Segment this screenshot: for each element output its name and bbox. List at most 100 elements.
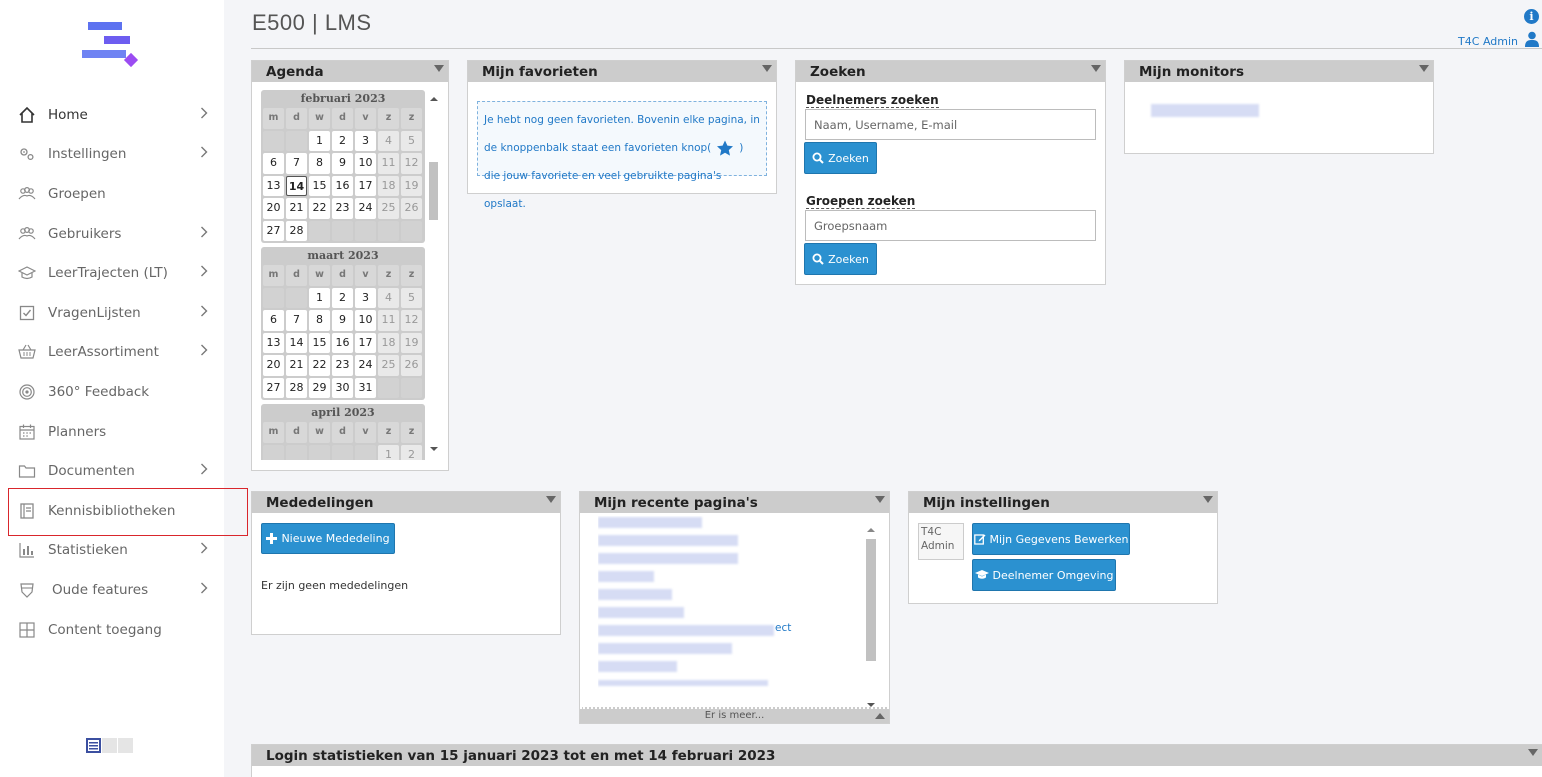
calendar-day[interactable]: 19 <box>401 175 422 196</box>
calendar-day[interactable]: 20 <box>263 198 284 219</box>
calendar-day[interactable]: 4 <box>378 130 399 151</box>
calendar-day[interactable]: 11 <box>378 310 399 331</box>
collapse-icon[interactable] <box>762 65 772 72</box>
sidebar-item-leerassortiment[interactable]: LeerAssortiment <box>0 333 224 373</box>
calendar-day[interactable]: 3 <box>355 130 376 151</box>
calendar-day[interactable]: 17 <box>355 332 376 353</box>
calendar-day[interactable]: 1 <box>309 130 330 151</box>
calendar-day[interactable]: 24 <box>355 355 376 376</box>
collapse-up-icon[interactable] <box>875 712 885 720</box>
calendar-day[interactable]: 17 <box>355 175 376 196</box>
sidebar-item-groepen[interactable]: Groepen <box>0 174 224 214</box>
calendar-day[interactable]: 3 <box>355 287 376 308</box>
calendar-day[interactable]: 25 <box>378 355 399 376</box>
participant-env-button[interactable]: Deelnemer Omgeving <box>972 559 1116 591</box>
calendar-day[interactable]: 5 <box>401 130 422 151</box>
sidebar-item-360-feedback[interactable]: 360° Feedback <box>0 372 224 412</box>
recent-link[interactable] <box>598 661 677 672</box>
layout-info-icon[interactable] <box>118 738 133 753</box>
calendar-day[interactable]: 25 <box>378 198 399 219</box>
new-mededeling-button[interactable]: Nieuwe Mededeling <box>261 523 395 554</box>
calendar-day[interactable]: 7 <box>286 310 307 331</box>
calendar-day[interactable]: 10 <box>355 153 376 174</box>
calendar-today[interactable]: 14 <box>286 175 307 196</box>
scroll-thumb[interactable] <box>866 539 876 661</box>
calendar-day[interactable]: 22 <box>309 198 330 219</box>
calendar-day[interactable]: 16 <box>332 332 353 353</box>
calendar-day[interactable]: 5 <box>401 287 422 308</box>
sidebar-item-leertrajecten-lt[interactable]: LeerTrajecten (LT) <box>0 253 224 293</box>
sidebar-item-home[interactable]: Home <box>0 95 224 135</box>
recent-link[interactable] <box>598 535 738 546</box>
calendar-day[interactable]: 12 <box>401 153 422 174</box>
calendar-day[interactable]: 8 <box>309 153 330 174</box>
calendar-day[interactable]: 6 <box>263 310 284 331</box>
sidebar-item-instellingen[interactable]: Instellingen <box>0 135 224 175</box>
calendar-day[interactable]: 11 <box>378 153 399 174</box>
calendar-day[interactable]: 23 <box>332 355 353 376</box>
calendar-day[interactable]: 19 <box>401 332 422 353</box>
show-more-bar[interactable]: Er is meer... <box>580 707 889 723</box>
scroll-up-icon[interactable] <box>429 94 439 104</box>
calendar-day[interactable]: 22 <box>309 355 330 376</box>
calendar-day[interactable]: 28 <box>286 377 307 398</box>
show-more-label[interactable]: Er is meer... <box>705 710 765 721</box>
collapse-icon[interactable] <box>1203 496 1213 503</box>
calendar-day[interactable]: 2 <box>332 130 353 151</box>
scroll-down-icon[interactable] <box>429 444 439 454</box>
recent-link[interactable] <box>598 607 684 618</box>
calendar-day[interactable]: 13 <box>263 332 284 353</box>
recent-scrollbar[interactable] <box>864 524 878 710</box>
collapse-icon[interactable] <box>546 496 556 503</box>
calendar-day[interactable]: 20 <box>263 355 284 376</box>
user-link[interactable]: T4C Admin <box>1458 35 1518 48</box>
collapse-icon[interactable] <box>1091 65 1101 72</box>
calendar-day[interactable]: 9 <box>332 153 353 174</box>
calendar-day[interactable]: 16 <box>332 175 353 196</box>
user-icon[interactable] <box>1524 31 1540 47</box>
calendar-day[interactable]: 28 <box>286 220 307 241</box>
scroll-up-icon[interactable] <box>866 525 876 535</box>
calendar-day[interactable]: 2 <box>332 287 353 308</box>
calendar-day[interactable]: 24 <box>355 198 376 219</box>
sidebar-item-oude-features[interactable]: Oude features <box>0 570 224 610</box>
layout-grid-icon[interactable] <box>102 738 117 753</box>
collapse-icon[interactable] <box>434 65 444 72</box>
collapse-icon[interactable] <box>875 496 885 503</box>
recent-link[interactable] <box>598 625 774 636</box>
calendar-day[interactable]: 6 <box>263 153 284 174</box>
sidebar-item-gebruikers[interactable]: Gebruikers <box>0 214 224 254</box>
layout-list-icon[interactable] <box>86 738 101 753</box>
calendar-day[interactable]: 10 <box>355 310 376 331</box>
calendar-day[interactable]: 1 <box>378 444 399 460</box>
layout-switcher[interactable] <box>86 738 133 753</box>
calendar-day[interactable]: 26 <box>401 355 422 376</box>
recent-link[interactable] <box>598 680 768 686</box>
recent-link[interactable] <box>598 571 654 582</box>
calendar-day[interactable]: 8 <box>309 310 330 331</box>
calendar-day[interactable]: 12 <box>401 310 422 331</box>
calendar-day[interactable]: 21 <box>286 355 307 376</box>
info-icon[interactable]: i <box>1524 9 1539 24</box>
calendar-day[interactable]: 15 <box>309 175 330 196</box>
calendar-day[interactable]: 31 <box>355 377 376 398</box>
calendar-day[interactable]: 4 <box>378 287 399 308</box>
edit-profile-button[interactable]: Mijn Gegevens Bewerken <box>972 523 1130 555</box>
calendar-scrollbar[interactable] <box>428 90 438 460</box>
calendar-day[interactable]: 2 <box>401 444 422 460</box>
groepen-search-button[interactable]: Zoeken <box>804 243 877 275</box>
calendar-day[interactable]: 29 <box>309 377 330 398</box>
sidebar-item-documenten[interactable]: Documenten <box>0 451 224 491</box>
recent-link[interactable] <box>598 517 702 528</box>
groepen-search-input[interactable] <box>805 210 1096 241</box>
calendar-day[interactable]: 27 <box>263 377 284 398</box>
calendar-day[interactable]: 30 <box>332 377 353 398</box>
sidebar-item-kennisbibliotheken[interactable]: Kennisbibliotheken <box>0 491 224 531</box>
scroll-thumb[interactable] <box>429 162 438 220</box>
calendar-day[interactable]: 18 <box>378 175 399 196</box>
calendar-day[interactable]: 15 <box>309 332 330 353</box>
recent-link[interactable] <box>598 553 738 564</box>
recent-link[interactable] <box>598 589 672 600</box>
collapse-icon[interactable] <box>1419 65 1429 72</box>
calendar-day[interactable]: 18 <box>378 332 399 353</box>
